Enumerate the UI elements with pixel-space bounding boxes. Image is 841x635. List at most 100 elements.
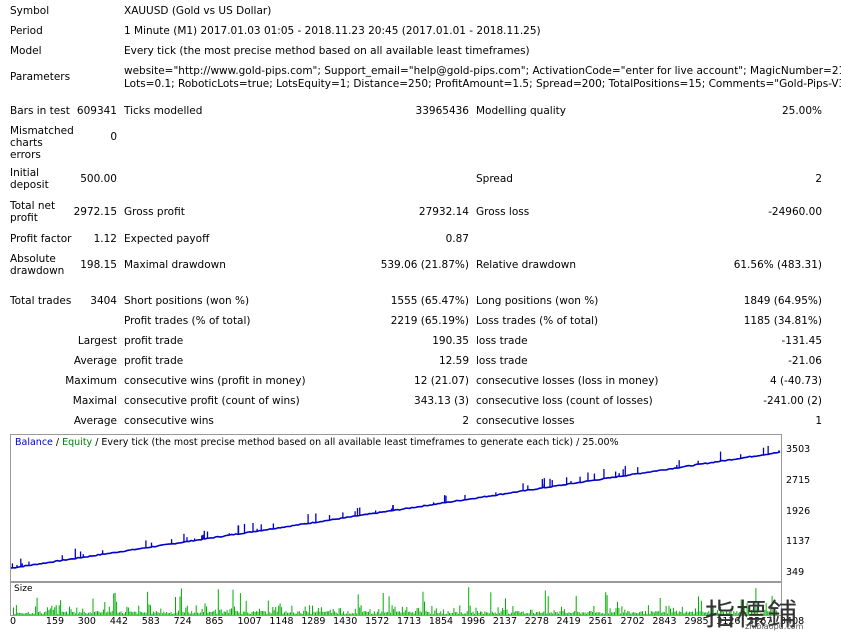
size-bar: [609, 608, 611, 615]
size-bar: [543, 611, 545, 615]
size-bar: [515, 611, 517, 615]
size-bar: [605, 592, 607, 615]
size-bar: [606, 595, 608, 615]
spread-label: Spread: [476, 173, 513, 185]
size-bar: [586, 613, 587, 615]
size-bar: [136, 613, 138, 615]
size-bar: [568, 612, 570, 615]
size-bar: [428, 612, 430, 615]
size-bar: [276, 611, 278, 615]
size-bar: [238, 612, 240, 615]
size-bar: [57, 613, 59, 615]
size-bar: [23, 613, 25, 615]
profit-factor-value: 1.12: [93, 233, 117, 245]
size-bar: [256, 611, 258, 615]
size-bar: [322, 611, 324, 615]
size-bar: [371, 613, 372, 615]
size-bar: [130, 611, 132, 615]
size-bar: [294, 613, 296, 615]
size-bar: [396, 611, 397, 615]
size-bar: [259, 608, 260, 615]
size-bar: [242, 611, 244, 615]
size-bar: [42, 613, 44, 615]
ticks-label: Ticks modelled: [124, 105, 203, 117]
relative-drawdown-label: Relative drawdown: [476, 259, 577, 271]
size-bar: [189, 613, 191, 615]
size-bar: [678, 611, 680, 615]
size-bar: [250, 614, 252, 615]
size-bar: [287, 612, 288, 615]
size-bar: [228, 613, 230, 615]
size-bar: [206, 606, 207, 615]
max-consecutive-wins-label: consecutive wins (profit in money): [124, 375, 306, 387]
average-loss-value: -21.06: [788, 355, 822, 367]
x-tick-label: 1430: [333, 616, 358, 627]
size-bar: [454, 612, 456, 615]
size-bar: [584, 612, 586, 615]
size-bar: [608, 613, 610, 615]
y-tick-label: 1137: [786, 536, 811, 548]
size-bar: [344, 613, 346, 615]
size-bar: [317, 608, 319, 615]
size-bar: [493, 613, 495, 615]
x-tick-label: 2278: [524, 616, 549, 627]
size-bar: [481, 611, 483, 615]
size-bar: [394, 606, 396, 615]
y-tick-label: 1926: [786, 505, 811, 517]
size-bar: [647, 605, 649, 615]
size-bar: [416, 608, 418, 615]
x-tick-label: 1996: [460, 616, 486, 627]
maximum-label: Maximum: [65, 375, 117, 387]
size-bar: [702, 611, 704, 615]
profit-trades-label: Profit trades (% of total): [124, 315, 251, 327]
size-bar: [594, 612, 596, 615]
size-bar: [245, 600, 247, 615]
size-bar: [499, 613, 501, 615]
size-bar: [161, 613, 163, 615]
size-bar: [261, 611, 263, 615]
size-bar: [477, 611, 478, 615]
size-bar: [203, 612, 204, 615]
size-bar: [681, 606, 683, 615]
size-bar: [36, 597, 38, 615]
size-bar: [147, 591, 149, 615]
size-bar: [316, 611, 318, 615]
size-bar: [359, 607, 361, 615]
watermark-url: zhibiaopu.com: [745, 622, 804, 631]
maximal-label: Maximal: [72, 395, 117, 407]
max-consecutive-loss-label: consecutive loss (count of losses): [476, 395, 653, 407]
size-bar: [404, 610, 406, 615]
size-bar: [478, 613, 480, 615]
size-bar: [285, 611, 287, 615]
size-bar: [450, 613, 452, 615]
size-bar: [18, 612, 20, 615]
max-consecutive-profit-label: consecutive profit (count of wins): [124, 395, 300, 407]
size-bar: [272, 607, 274, 615]
size-bar: [432, 613, 434, 615]
expected-payoff-label: Expected payoff: [124, 233, 210, 245]
parameters-line-2: Lots=0.1; RoboticLots=true; LotsEquity=1…: [124, 78, 841, 90]
size-bar: [471, 612, 473, 615]
size-bar: [175, 597, 176, 615]
size-bar: [680, 612, 682, 615]
size-bar: [52, 609, 54, 615]
size-bar: [533, 613, 534, 615]
size-bar: [234, 606, 235, 615]
size-bar: [91, 613, 93, 615]
x-tick-label: 300: [77, 616, 96, 627]
x-tick-label: 1713: [397, 616, 422, 627]
size-bar: [135, 611, 137, 615]
size-bar: [631, 612, 633, 615]
size-bar: [145, 612, 147, 615]
balance-series-line: [11, 451, 781, 569]
size-bar: [126, 606, 128, 615]
size-bar: [487, 612, 489, 615]
size-bar: [600, 613, 602, 615]
size-bar: [307, 612, 309, 615]
size-bar: [239, 593, 241, 615]
size-bar: [627, 611, 629, 615]
size-bar: [61, 611, 63, 615]
absolute-drawdown-label: Absolute drawdown: [10, 253, 65, 277]
size-bar: [619, 613, 621, 615]
size-bar: [111, 610, 113, 615]
